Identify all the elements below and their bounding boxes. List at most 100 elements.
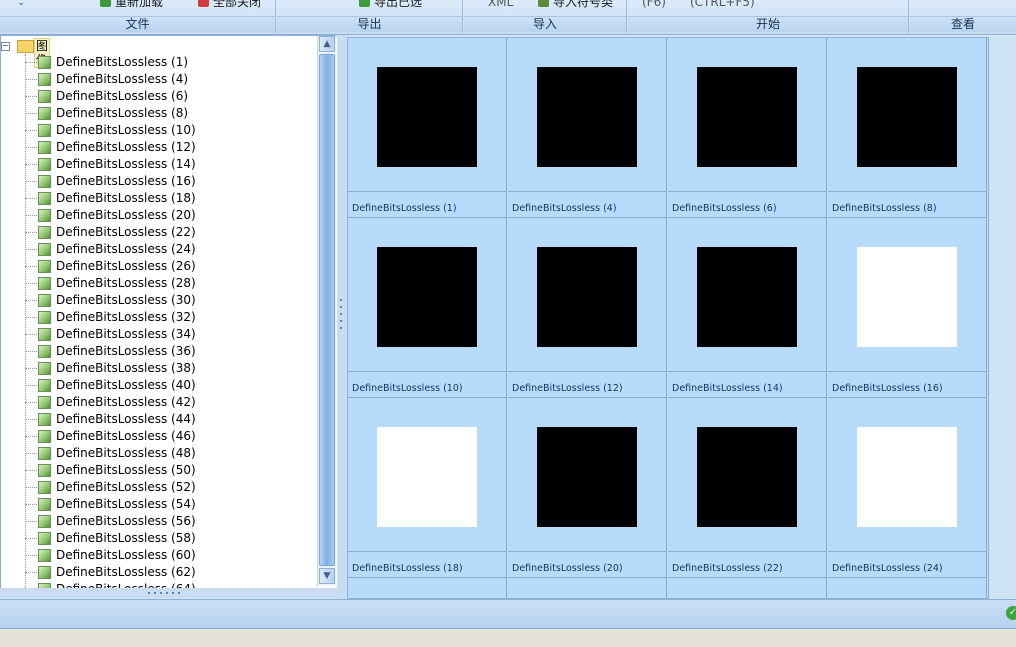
tree-connector [25,79,37,80]
ribbon-group-import: XML 导入符号类 导入 [464,0,627,33]
thumbnail-image[interactable] [697,427,797,527]
image-icon [38,379,51,392]
image-icon [38,124,51,137]
thumbnail-cell[interactable]: DefineBitsLossless (10) [348,218,507,398]
image-icon [38,362,51,375]
image-icon [38,260,51,273]
tree-connector [25,470,37,471]
thumbnail-caption: DefineBitsLossless (12) [512,383,623,394]
thumbnail-cell[interactable]: DefineBitsLossless (4) [508,38,667,218]
tree-item-label: DefineBitsLossless (1) [56,55,189,69]
thumbnail-cell[interactable]: DefineBitsLossless (14) [668,218,827,398]
tree-connector [25,317,37,318]
thumbnail-image[interactable] [377,247,477,347]
start-f6-button[interactable]: (F6) [642,0,666,10]
thumbnail-caption: DefineBitsLossless (24) [832,563,943,574]
thumbnail-cell[interactable]: DefineBitsLossless (16) [828,218,987,398]
image-icon [38,56,51,69]
import-xml-button[interactable]: XML [488,0,513,10]
tree-item-label: DefineBitsLossless (34) [56,327,196,341]
reload-button[interactable]: 重新加载 [100,0,163,10]
thumbnail-frame [508,218,667,372]
tree-guide-line [25,54,26,588]
tree-connector [25,300,37,301]
thumbnail-cell[interactable]: DefineBitsLossless (22) [668,398,827,578]
ribbon-group-file: ⌄ 重新加载 全部关闭 文件 [0,0,276,33]
ribbon-group-view: 查看 [910,0,1016,33]
thumbnail-caption: DefineBitsLossless (20) [512,563,623,574]
thumbnail-image[interactable] [377,67,477,167]
thumbnail-cell[interactable]: DefineBitsLossless (12) [508,218,667,398]
ribbon-group-label-start: 开始 [628,16,908,32]
tree-item-label: DefineBitsLossless (12) [56,140,196,154]
tree-connector [25,487,37,488]
thumbnail-image[interactable] [537,427,637,527]
thumbnail-image[interactable] [377,427,477,527]
tree-item-label: DefineBitsLossless (40) [56,378,196,392]
tree-connector [25,351,37,352]
image-icon [38,532,51,545]
tree-scrollbar[interactable]: ▲ ▼ [317,36,336,586]
thumbnail-cell[interactable]: DefineBitsLossless (8) [828,38,987,218]
tree-item-label: DefineBitsLossless (10) [56,123,196,137]
image-icon [38,328,51,341]
image-icon [38,226,51,239]
ribbon-group-label-file: 文件 [0,16,275,32]
image-icon [38,396,51,409]
chevron-down-icon[interactable]: ⌄ [17,0,25,8]
thumbnail-caption: DefineBitsLossless (18) [352,563,463,574]
thumbnail-frame [828,218,987,372]
image-icon [38,311,51,324]
scroll-up-button[interactable]: ▲ [319,36,335,52]
thumbnail-frame [668,218,827,372]
tree-connector [25,538,37,539]
thumbnail-frame [348,398,507,552]
close-all-button[interactable]: 全部关闭 [198,0,261,10]
ribbon-group-label-view: 查看 [910,16,1016,32]
import-symbol-class-button[interactable]: 导入符号类 [538,0,613,10]
thumbnail-caption: DefineBitsLossless (22) [672,563,783,574]
panel-splitter[interactable] [337,35,347,599]
thumbnail-image[interactable] [857,247,957,347]
tree-connector [25,62,37,63]
image-icon [38,413,51,426]
thumbnail-image[interactable] [697,247,797,347]
tree-item-label: DefineBitsLossless (18) [56,191,196,205]
tree-connector [25,283,37,284]
scroll-down-button[interactable]: ▼ [319,568,335,584]
tree-item-label: DefineBitsLossless (46) [56,429,196,443]
ribbon-group-label-import: 导入 [464,16,626,32]
scroll-thumb[interactable] [319,54,335,566]
tree-connector [25,385,37,386]
thumbnail-cell[interactable]: DefineBitsLossless (18) [348,398,507,578]
thumbnail-image[interactable] [537,247,637,347]
thumbnail-image[interactable] [857,427,957,527]
tree-item-label: DefineBitsLossless (36) [56,344,196,358]
export-selected-button[interactable]: 导出已选 [359,0,422,10]
tree-item-label: DefineBitsLossless (50) [56,463,196,477]
thumbnail-cell[interactable]: DefineBitsLossless (6) [668,38,827,218]
thumbnail-cell[interactable]: DefineBitsLossless (20) [508,398,667,578]
tree-resize-grip[interactable] [0,588,337,598]
thumbnail-image[interactable] [537,67,637,167]
ribbon-group-start: (F6) (CTRL+F5) 开始 [628,0,909,33]
image-icon [38,515,51,528]
image-icon [38,294,51,307]
tree-connector [25,266,37,267]
image-icon [38,464,51,477]
folder-icon [17,40,34,53]
thumbnail-image[interactable] [857,67,957,167]
status-bar: ✓ [0,599,1016,629]
thumbnail-image[interactable] [697,67,797,167]
collapse-icon[interactable]: − [1,42,10,51]
start-ctrl-f5-button[interactable]: (CTRL+F5) [690,0,755,10]
image-icon [38,192,51,205]
thumbnail-cell[interactable]: DefineBitsLossless (1) [348,38,507,218]
thumbnail-cell-partial [668,578,827,598]
thumbnail-cell[interactable]: DefineBitsLossless (24) [828,398,987,578]
tree-connector [25,130,37,131]
tree-connector [25,504,37,505]
tree-connector [25,572,37,573]
reload-icon [100,0,111,7]
thumbnail-caption: DefineBitsLossless (14) [672,383,783,394]
